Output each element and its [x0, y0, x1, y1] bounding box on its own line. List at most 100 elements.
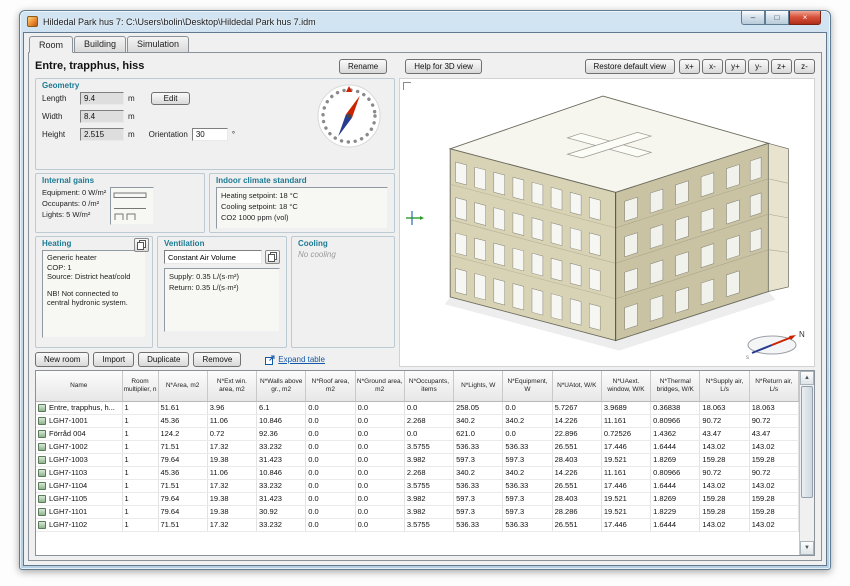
zone-value-cell[interactable]: 71.51	[158, 440, 207, 453]
zone-value-cell[interactable]: 143.02	[700, 518, 749, 531]
zone-value-cell[interactable]: 0.0	[355, 518, 404, 531]
zone-value-cell[interactable]: 17.32	[207, 440, 256, 453]
zone-value-cell[interactable]: 1.4362	[651, 427, 700, 440]
zone-value-cell[interactable]: 0.0	[503, 427, 552, 440]
zone-value-cell[interactable]: 17.32	[207, 518, 256, 531]
zone-value-cell[interactable]: 43.47	[749, 427, 798, 440]
zone-name-cell[interactable]: LGH7-1001	[36, 414, 122, 427]
zone-value-cell[interactable]: 6.1	[257, 401, 306, 414]
zone-value-cell[interactable]: 2.268	[404, 466, 453, 479]
column-header[interactable]: N*UAext. window, W/K	[601, 371, 650, 401]
zone-value-cell[interactable]: 340.2	[454, 466, 503, 479]
zone-value-cell[interactable]: 536.33	[454, 518, 503, 531]
zone-icon[interactable]	[38, 430, 46, 438]
zone-value-cell[interactable]: 0.0	[355, 479, 404, 492]
duplicate-button[interactable]: Duplicate	[138, 352, 189, 367]
column-header[interactable]: N*Supply air, L/s	[700, 371, 749, 401]
zone-value-cell[interactable]: 19.521	[601, 492, 650, 505]
ventilation-copy-button[interactable]	[265, 250, 280, 264]
scroll-up-button[interactable]: ▲	[800, 371, 814, 385]
zone-value-cell[interactable]: 14.226	[552, 414, 601, 427]
zone-value-cell[interactable]: 0.0	[355, 401, 404, 414]
zone-value-cell[interactable]: 79.64	[158, 453, 207, 466]
zone-value-cell[interactable]: 51.61	[158, 401, 207, 414]
zone-value-cell[interactable]: 0.0	[306, 453, 355, 466]
zone-value-cell[interactable]: 0.36838	[651, 401, 700, 414]
zone-value-cell[interactable]: 19.38	[207, 453, 256, 466]
zone-name-cell[interactable]: LGH7-1102	[36, 518, 122, 531]
zone-value-cell[interactable]: 31.423	[257, 492, 306, 505]
zone-icon[interactable]	[38, 443, 46, 451]
zone-value-cell[interactable]: 79.64	[158, 505, 207, 518]
zone-value-cell[interactable]: 0.80966	[651, 414, 700, 427]
zone-value-cell[interactable]: 90.72	[749, 414, 798, 427]
zone-value-cell[interactable]: 0.0	[355, 414, 404, 427]
zone-value-cell[interactable]: 0.0	[503, 401, 552, 414]
view-x-plus-button[interactable]: x+	[679, 59, 700, 74]
zone-value-cell[interactable]: 3.982	[404, 492, 453, 505]
zone-value-cell[interactable]: 19.521	[601, 505, 650, 518]
zone-value-cell[interactable]: 536.33	[503, 518, 552, 531]
rename-button[interactable]: Rename	[339, 59, 387, 74]
zone-value-cell[interactable]: 0.0	[306, 492, 355, 505]
zone-value-cell[interactable]: 1.8269	[651, 492, 700, 505]
zone-value-cell[interactable]: 0.0	[306, 427, 355, 440]
table-row[interactable]: LGH7-1101179.6419.3830.920.00.03.982597.…	[36, 505, 799, 518]
column-header[interactable]: N*Ground area, m2	[355, 371, 404, 401]
zone-name-cell[interactable]: LGH7-1002	[36, 440, 122, 453]
table-row[interactable]: LGH7-1105179.6419.3831.4230.00.03.982597…	[36, 492, 799, 505]
zone-value-cell[interactable]: 1	[122, 518, 158, 531]
zone-value-cell[interactable]: 26.551	[552, 440, 601, 453]
table-row[interactable]: LGH7-1104171.5117.3233.2320.00.03.575553…	[36, 479, 799, 492]
zone-name-cell[interactable]: LGH7-1105	[36, 492, 122, 505]
zone-value-cell[interactable]: 3.9689	[601, 401, 650, 414]
zone-value-cell[interactable]: 3.96	[207, 401, 256, 414]
zone-icon[interactable]	[38, 482, 46, 490]
tab-room[interactable]: Room	[29, 36, 73, 53]
zone-value-cell[interactable]: 159.28	[749, 453, 798, 466]
zone-value-cell[interactable]: 11.161	[601, 414, 650, 427]
zone-value-cell[interactable]: 71.51	[158, 479, 207, 492]
zone-value-cell[interactable]: 71.51	[158, 518, 207, 531]
column-header[interactable]: N*Roof area, m2	[306, 371, 355, 401]
column-header[interactable]: N*Thermal bridges, W/K	[651, 371, 700, 401]
column-header[interactable]: N*Area, m2	[158, 371, 207, 401]
zone-value-cell[interactable]: 28.286	[552, 505, 601, 518]
zone-value-cell[interactable]: 159.28	[749, 492, 798, 505]
zone-value-cell[interactable]: 340.2	[454, 414, 503, 427]
air-handling-system-field[interactable]: Constant Air Volume	[164, 250, 262, 264]
zone-value-cell[interactable]: 10.846	[257, 414, 306, 427]
zone-icon[interactable]	[38, 417, 46, 425]
zone-value-cell[interactable]: 1.6444	[651, 518, 700, 531]
zone-icon[interactable]	[38, 456, 46, 464]
table-row[interactable]: LGH7-1102171.5117.3233.2320.00.03.575553…	[36, 518, 799, 531]
zone-value-cell[interactable]: 536.33	[503, 479, 552, 492]
remove-button[interactable]: Remove	[193, 352, 241, 367]
zone-value-cell[interactable]: 22.896	[552, 427, 601, 440]
zone-value-cell[interactable]: 30.92	[257, 505, 306, 518]
zone-value-cell[interactable]: 45.36	[158, 414, 207, 427]
view-y-minus-button[interactable]: y-	[748, 59, 769, 74]
table-scrollbar[interactable]: ▲ ▼	[799, 371, 814, 555]
zone-value-cell[interactable]: 90.72	[749, 466, 798, 479]
zone-value-cell[interactable]: 26.551	[552, 479, 601, 492]
zone-value-cell[interactable]: 11.06	[207, 466, 256, 479]
zone-value-cell[interactable]: 1.8229	[651, 505, 700, 518]
zone-value-cell[interactable]: 0.0	[306, 505, 355, 518]
zone-value-cell[interactable]: 28.403	[552, 453, 601, 466]
zone-value-cell[interactable]: 1	[122, 479, 158, 492]
zone-value-cell[interactable]: 1	[122, 427, 158, 440]
table-row[interactable]: Entre, trapphus, h...151.613.966.10.00.0…	[36, 401, 799, 414]
zone-name-cell[interactable]: LGH7-1003	[36, 453, 122, 466]
zone-value-cell[interactable]: 3.5755	[404, 440, 453, 453]
zone-value-cell[interactable]: 159.28	[700, 492, 749, 505]
zone-value-cell[interactable]: 33.232	[257, 479, 306, 492]
zone-value-cell[interactable]: 0.0	[306, 414, 355, 427]
zone-value-cell[interactable]: 19.38	[207, 492, 256, 505]
scroll-down-button[interactable]: ▼	[800, 541, 814, 555]
zone-value-cell[interactable]: 17.32	[207, 479, 256, 492]
zone-name-cell[interactable]: LGH7-1101	[36, 505, 122, 518]
zone-value-cell[interactable]: 0.0	[404, 427, 453, 440]
scrollbar-thumb[interactable]	[801, 386, 813, 498]
zone-value-cell[interactable]: 143.02	[749, 518, 798, 531]
